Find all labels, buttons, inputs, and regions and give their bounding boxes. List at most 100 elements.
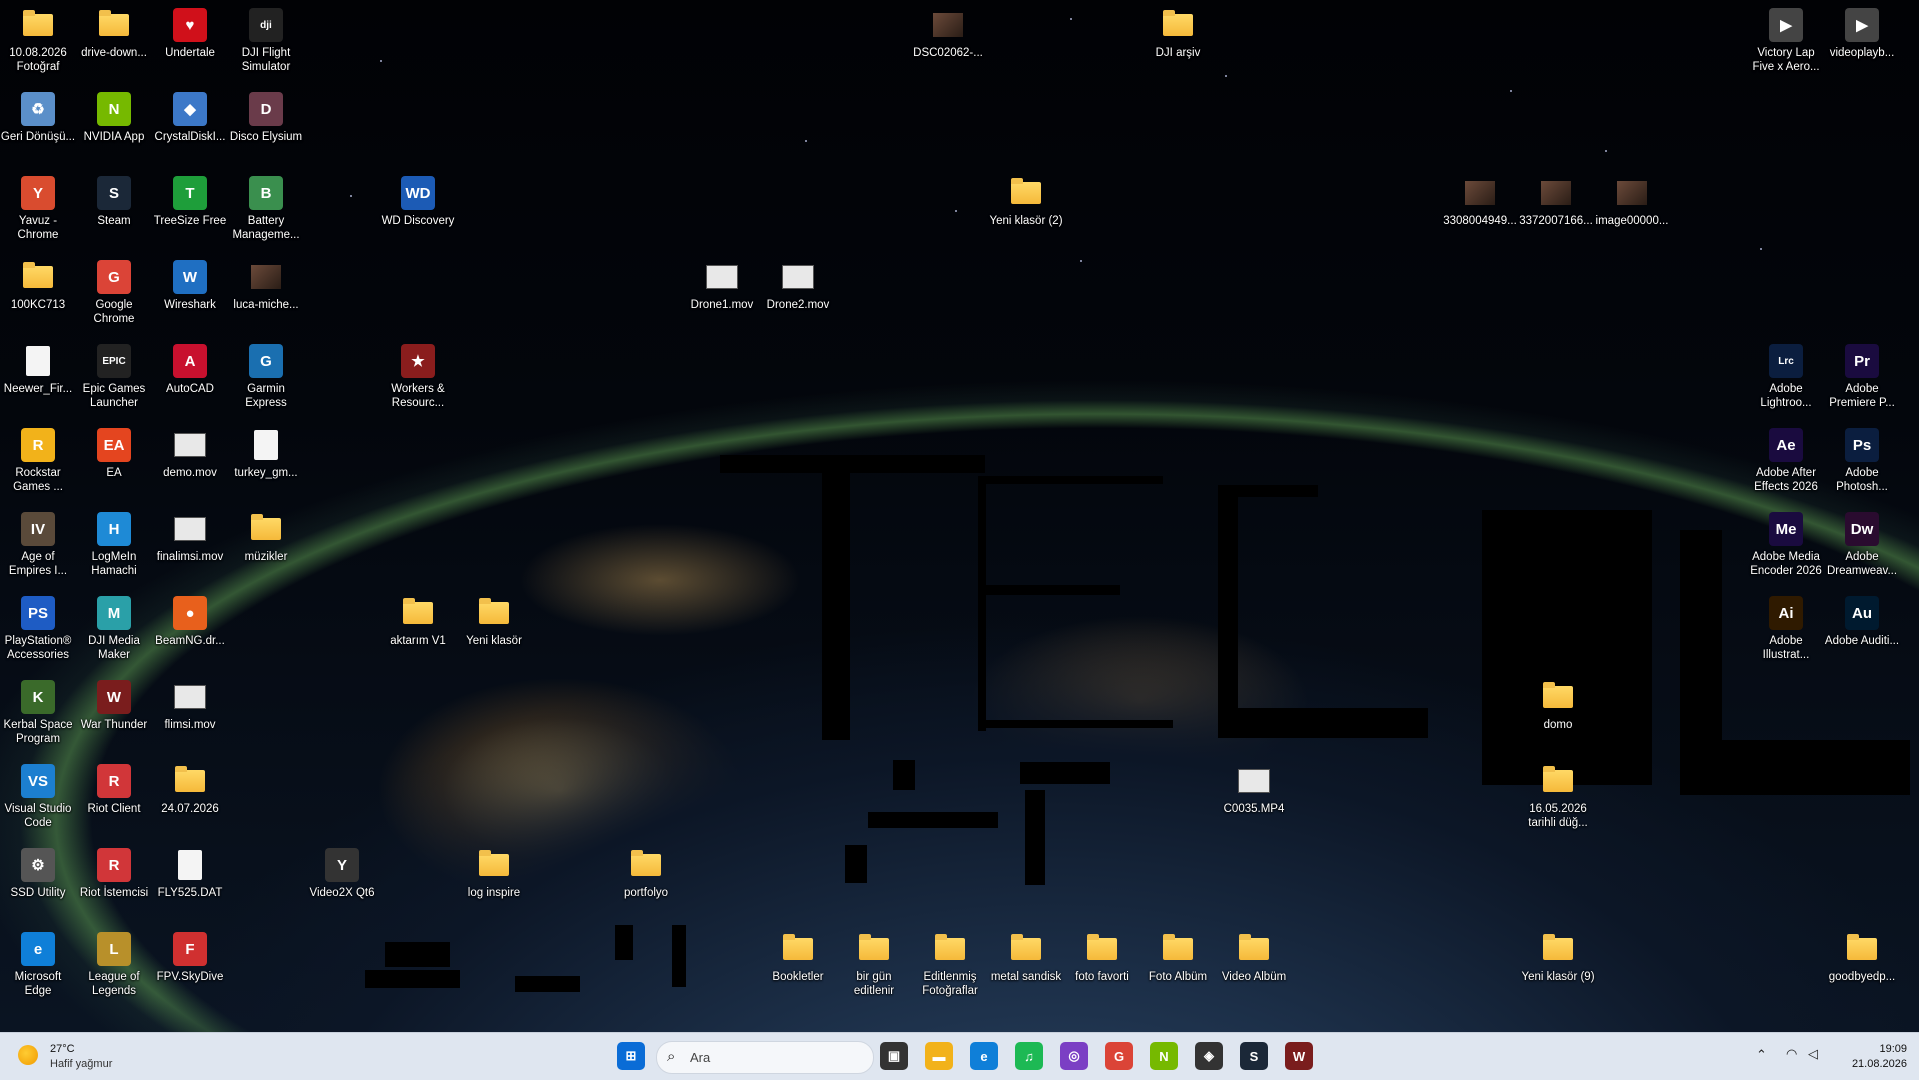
desktop-icon-bir-gün-editlenir[interactable]: bir gün editlenir <box>836 928 912 998</box>
desktop-icon-domo[interactable]: domo <box>1520 676 1596 732</box>
chevron-up-icon[interactable]: ⌃ <box>1756 1047 1767 1063</box>
desktop-icon-wireshark[interactable]: W Wireshark <box>152 256 228 312</box>
wifi-icon[interactable]: ◠ <box>1786 1046 1797 1062</box>
podcast-button[interactable]: ◎ <box>1060 1042 1088 1070</box>
desktop-icon-nvidia-app[interactable]: N NVIDIA App <box>76 88 152 144</box>
desktop-icon-image00000[interactable]: image00000... <box>1594 172 1670 228</box>
desktop-icon-goodbyedp[interactable]: goodbyedp... <box>1824 928 1900 984</box>
desktop-icon-video2x-qt6[interactable]: Y Video2X Qt6 <box>304 844 380 900</box>
desktop-icon-logmein-hamachi[interactable]: H LogMeIn Hamachi <box>76 508 152 578</box>
desktop-icon-luca-miche[interactable]: luca-miche... <box>228 256 304 312</box>
steam-button[interactable]: S <box>1240 1042 1268 1070</box>
image-file-icon <box>249 260 283 294</box>
desktop-icon-fpv-skydive[interactable]: F FPV.SkyDive <box>152 928 228 984</box>
desktop-icon-bookletler[interactable]: Bookletler <box>760 928 836 984</box>
desktop-icon-google-chrome[interactable]: G Google Chrome <box>76 256 152 326</box>
desktop-icon-yeni-klasör-2[interactable]: Yeni klasör (2) <box>988 172 1064 228</box>
taskbar-search[interactable]: ⌕ Ara <box>656 1041 874 1074</box>
desktop-icon-flimsi-mov[interactable]: flimsi.mov <box>152 676 228 732</box>
chrome-button[interactable]: G <box>1105 1042 1133 1070</box>
edge-button[interactable]: e <box>970 1042 998 1070</box>
desktop-icon-turkey-gm[interactable]: turkey_gm... <box>228 424 304 480</box>
desktop-icon-yavuz-chrome[interactable]: Y Yavuz - Chrome <box>0 172 76 242</box>
desktop-icon-ea[interactable]: EA EA <box>76 424 152 480</box>
desktop-icon-playstation-accessories[interactable]: PS PlayStation® Accessories <box>0 592 76 662</box>
desktop-icon-finalimsi-mov[interactable]: finalimsi.mov <box>152 508 228 564</box>
taskbar: 27°C Hafif yağmur ⊞ ▣ ▬ e ♫ ◎ G N ◈ S W ⌕ Ara ⌃ ◠ … <box>0 1032 1919 1080</box>
desktop-icon-3372007166[interactable]: 3372007166... <box>1518 172 1594 228</box>
desktop-icon-foto-favorti[interactable]: foto favorti <box>1064 928 1140 984</box>
desktop-icon-battery-manageme[interactable]: B Battery Manageme... <box>228 172 304 242</box>
desktop-icon-geri-dönüşü[interactable]: ♻ Geri Dönüşü... <box>0 88 76 144</box>
desktop-icon-log-inspire[interactable]: log inspire <box>456 844 532 900</box>
davinci-button[interactable]: ◈ <box>1195 1042 1223 1070</box>
desktop-icon-autocad[interactable]: A AutoCAD <box>152 340 228 396</box>
desktop-icon-fly525-dat[interactable]: FLY525.DAT <box>152 844 228 900</box>
start-button[interactable]: ⊞ <box>617 1042 645 1070</box>
desktop-icon-aktarım-v1[interactable]: aktarım V1 <box>380 592 456 648</box>
desktop-icon-portfolyo[interactable]: portfolyo <box>608 844 684 900</box>
desktop-icon-steam[interactable]: S Steam <box>76 172 152 228</box>
desktop-icon-disco-elysium[interactable]: D Disco Elysium <box>228 88 304 144</box>
desktop-icon-label: Geri Dönüşü... <box>0 131 76 143</box>
desktop-icon-editlenmiş-fotoğraflar[interactable]: Editlenmiş Fotoğraflar <box>912 928 988 998</box>
desktop-icon-drone2-mov[interactable]: Drone2.mov <box>760 256 836 312</box>
desktop-icon-c0035-mp4[interactable]: C0035.MP4 <box>1216 760 1292 816</box>
desktop-icon-yeni-klasör-9[interactable]: Yeni klasör (9) <box>1520 928 1596 984</box>
desktop-icon-metal-sandisk[interactable]: metal sandisk <box>988 928 1064 984</box>
desktop-icon-treesize-free[interactable]: T TreeSize Free <box>152 172 228 228</box>
desktop-icon-videoplayb[interactable]: ▶ videoplayb... <box>1824 4 1900 60</box>
desktop-icon-label: Foto Albüm <box>1148 971 1208 983</box>
desktop-icon-adobe-media-encoder-2026[interactable]: Me Adobe Media Encoder 2026 <box>1748 508 1824 578</box>
desktop-icon-3308004949[interactable]: 3308004949... <box>1442 172 1518 228</box>
desktop-icon-beamng-dr[interactable]: ● BeamNG.dr... <box>152 592 228 648</box>
spotify-button[interactable]: ♫ <box>1015 1042 1043 1070</box>
desktop-icon-riot-i-stemcisi[interactable]: R Riot İstemcisi <box>76 844 152 900</box>
task-view-button[interactable]: ▣ <box>880 1042 908 1070</box>
desktop-icon-garmin-express[interactable]: G Garmin Express <box>228 340 304 410</box>
app-icon: K <box>21 680 55 714</box>
desktop-icon-drone1-mov[interactable]: Drone1.mov <box>684 256 760 312</box>
desktop-icon-ssd-utility[interactable]: ⚙ SSD Utility <box>0 844 76 900</box>
desktop-icon-adobe-dreamweav[interactable]: Dw Adobe Dreamweav... <box>1824 508 1900 578</box>
desktop-icon-adobe-after-effects-2026[interactable]: Ae Adobe After Effects 2026 <box>1748 424 1824 494</box>
desktop-icon-video-albüm[interactable]: Video Albüm <box>1216 928 1292 984</box>
desktop-icon-yeni-klasör[interactable]: Yeni klasör <box>456 592 532 648</box>
desktop-icon-visual-studio-code[interactable]: VS Visual Studio Code <box>0 760 76 830</box>
desktop-icon-league-of-legends[interactable]: L League of Legends <box>76 928 152 998</box>
desktop-icon-adobe-illustrat[interactable]: Ai Adobe Illustrat... <box>1748 592 1824 662</box>
desktop-icon-crystaldiski[interactable]: ◆ CrystalDiskI... <box>152 88 228 144</box>
desktop-icon-demo-mov[interactable]: demo.mov <box>152 424 228 480</box>
desktop-icon-adobe-auditi[interactable]: Au Adobe Auditi... <box>1824 592 1900 648</box>
desktop-icon-dsc02062[interactable]: DSC02062-... <box>910 4 986 60</box>
desktop-icon-rockstar-games[interactable]: R Rockstar Games ... <box>0 424 76 494</box>
desktop-icon-kerbal-space-program[interactable]: K Kerbal Space Program <box>0 676 76 746</box>
desktop-icon-adobe-premiere-p[interactable]: Pr Adobe Premiere P... <box>1824 340 1900 410</box>
nvidia-button[interactable]: N <box>1150 1042 1178 1070</box>
desktop-icon-age-of-empires-i[interactable]: IV Age of Empires I... <box>0 508 76 578</box>
desktop-icon-microsoft-edge[interactable]: e Microsoft Edge <box>0 928 76 998</box>
desktop-icon-24-07-2026[interactable]: 24.07.2026 <box>152 760 228 816</box>
desktop-icon-müzikler[interactable]: müzikler <box>228 508 304 564</box>
desktop-icon-foto-albüm[interactable]: Foto Albüm <box>1140 928 1216 984</box>
desktop-icon-adobe-photosh[interactable]: Ps Adobe Photosh... <box>1824 424 1900 494</box>
desktop-icon-adobe-lightroo[interactable]: Lrc Adobe Lightroo... <box>1748 340 1824 410</box>
desktop-icon-drive-down[interactable]: drive-down... <box>76 4 152 60</box>
desktop-icon-victory-lap-five-x-aero[interactable]: ▶ Victory Lap Five x Aero... <box>1748 4 1824 74</box>
desktop-icon-undertale[interactable]: ♥ Undertale <box>152 4 228 60</box>
desktop-icon-workers-resourc[interactable]: ★ Workers & Resourc... <box>380 340 456 410</box>
volume-icon[interactable]: ◁ <box>1808 1046 1818 1062</box>
desktop-icon-riot-client[interactable]: R Riot Client <box>76 760 152 816</box>
desktop-icon-16-05-2026-tarihli-düğ[interactable]: 16.05.2026 tarihli düğ... <box>1520 760 1596 830</box>
desktop-icon-war-thunder[interactable]: W War Thunder <box>76 676 152 732</box>
file-explorer-button[interactable]: ▬ <box>925 1042 953 1070</box>
desktop-icon-epic-games-launcher[interactable]: EPIC Epic Games Launcher <box>76 340 152 410</box>
warthunder-button[interactable]: W <box>1285 1042 1313 1070</box>
desktop-icon-dji-media-maker[interactable]: M DJI Media Maker <box>76 592 152 662</box>
desktop-icon-neewer-fir[interactable]: Neewer_Fir... <box>0 340 76 396</box>
desktop-icon-wd-discovery[interactable]: WD WD Discovery <box>380 172 456 228</box>
desktop-icon-dji-arşiv[interactable]: DJI arşiv <box>1140 4 1216 60</box>
desktop-icon-10-08-2026-fotoğraf[interactable]: 10.08.2026 Fotoğraf <box>0 4 76 74</box>
desktop-icon-100kc713[interactable]: 100KC713 <box>0 256 76 312</box>
desktop-icon-dji-flight-simulator[interactable]: dji DJI Flight Simulator <box>228 4 304 74</box>
